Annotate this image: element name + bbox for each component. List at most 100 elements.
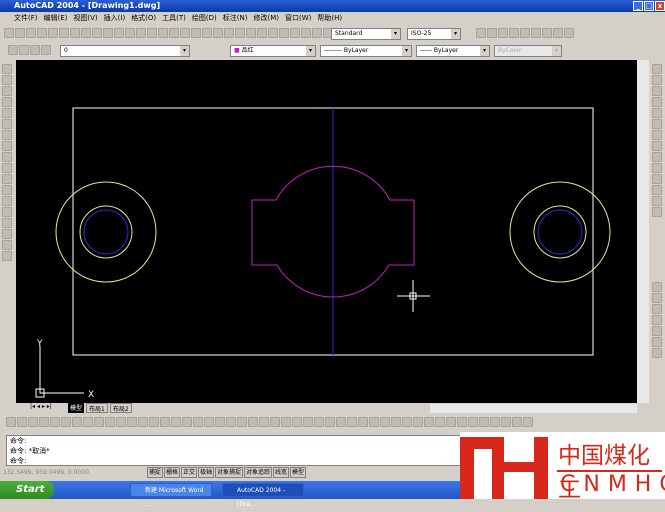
toolbar-button-icon[interactable]: [476, 28, 486, 38]
toolbar-button-icon[interactable]: [652, 130, 662, 140]
drawing-canvas[interactable]: Y X: [16, 60, 637, 403]
toolbar-button-icon[interactable]: [2, 86, 12, 96]
taskbar-word[interactable]: 新建 Microsoft Word ...: [130, 483, 212, 508]
toolbar-button-icon[interactable]: [72, 417, 82, 427]
toolbar-button-icon[interactable]: [2, 119, 12, 129]
toolbar-button-icon[interactable]: [2, 185, 12, 195]
toolbar-button-icon[interactable]: [191, 28, 201, 38]
toolbar-button-icon[interactable]: [2, 97, 12, 107]
menu-item[interactable]: 插入(I): [104, 12, 126, 24]
toolbar-button-icon[interactable]: [652, 207, 662, 217]
start-button[interactable]: Start: [0, 481, 54, 499]
toolbar-button-icon[interactable]: [312, 28, 322, 38]
toolbar-button-icon[interactable]: [50, 417, 60, 427]
toolbar-button-icon[interactable]: [59, 28, 69, 38]
toolbar-button-icon[interactable]: [158, 28, 168, 38]
tab-layout1[interactable]: 布局1: [86, 403, 108, 413]
toolbar-button-icon[interactable]: [180, 28, 190, 38]
toolbar-button-icon[interactable]: [281, 417, 291, 427]
toolbar-button-icon[interactable]: [358, 417, 368, 427]
tab-layout2[interactable]: 布局2: [109, 403, 132, 413]
toolbar-button-icon[interactable]: [391, 417, 401, 427]
toolbar-button-icon[interactable]: [2, 240, 12, 250]
ortho-toggle[interactable]: 正交: [180, 467, 197, 478]
toolbar-button-icon[interactable]: [652, 196, 662, 206]
toolbar-button-icon[interactable]: [487, 28, 497, 38]
toolbar-button-icon[interactable]: [413, 417, 423, 427]
toolbar-button-icon[interactable]: [127, 417, 137, 427]
toolbar-button-icon[interactable]: [501, 417, 511, 427]
toolbar-button-icon[interactable]: [2, 229, 12, 239]
toolbar-button-icon[interactable]: [136, 28, 146, 38]
toolbar-button-icon[interactable]: [520, 28, 530, 38]
toolbar-button-icon[interactable]: [259, 417, 269, 427]
tab-model[interactable]: 模型: [68, 403, 85, 413]
toolbar-button-icon[interactable]: [2, 174, 12, 184]
toolbar-button-icon[interactable]: [509, 28, 519, 38]
toolbar-button-icon[interactable]: [41, 45, 51, 55]
toolbar-button-icon[interactable]: [19, 45, 29, 55]
toolbar-button-icon[interactable]: [2, 163, 12, 173]
toolbar-button-icon[interactable]: [17, 417, 27, 427]
toolbar-button-icon[interactable]: [248, 417, 258, 427]
toolbar-button-icon[interactable]: [542, 28, 552, 38]
toolbar-button-icon[interactable]: [2, 207, 12, 217]
toolbar-button-icon[interactable]: [193, 417, 203, 427]
toolbar-button-icon[interactable]: [149, 417, 159, 427]
toolbar-button-icon[interactable]: [2, 152, 12, 162]
toolbar-button-icon[interactable]: [125, 28, 135, 38]
menu-item[interactable]: 修改(M): [253, 12, 279, 24]
toolbar-button-icon[interactable]: [652, 337, 662, 347]
toolbar-button-icon[interactable]: [160, 417, 170, 427]
toolbar-button-icon[interactable]: [70, 28, 80, 38]
toolbar-button-icon[interactable]: [2, 108, 12, 118]
toolbar-button-icon[interactable]: [246, 28, 256, 38]
toolbar-button-icon[interactable]: [490, 417, 500, 427]
toolbar-button-icon[interactable]: [270, 417, 280, 427]
toolbar-button-icon[interactable]: [290, 28, 300, 38]
close-button[interactable]: x: [655, 1, 665, 11]
color-select[interactable]: ■ 品红 ▾: [230, 45, 316, 57]
toolbar-button-icon[interactable]: [215, 417, 225, 427]
toolbar-button-icon[interactable]: [8, 45, 18, 55]
toolbar-button-icon[interactable]: [292, 417, 302, 427]
menu-item[interactable]: 帮助(H): [317, 12, 342, 24]
toolbar-button-icon[interactable]: [652, 282, 662, 292]
osnap-toggle[interactable]: 对象捕捉: [214, 467, 243, 478]
polar-toggle[interactable]: 极轴: [197, 467, 214, 478]
toolbar-button-icon[interactable]: [2, 75, 12, 85]
toolbar-button-icon[interactable]: [204, 417, 214, 427]
toolbar-button-icon[interactable]: [213, 28, 223, 38]
toolbar-button-icon[interactable]: [202, 28, 212, 38]
toolbar-button-icon[interactable]: [257, 28, 267, 38]
toolbar-button-icon[interactable]: [553, 28, 563, 38]
toolbar-button-icon[interactable]: [652, 141, 662, 151]
toolbar-button-icon[interactable]: [652, 185, 662, 195]
toolbar-button-icon[interactable]: [83, 417, 93, 427]
toolbar-button-icon[interactable]: [652, 348, 662, 358]
lineweight-toggle[interactable]: 线宽: [273, 467, 290, 478]
toolbar-button-icon[interactable]: [402, 417, 412, 427]
toolbar-button-icon[interactable]: [237, 417, 247, 427]
grid-toggle[interactable]: 栅格: [163, 467, 180, 478]
toolbar-button-icon[interactable]: [652, 97, 662, 107]
toolbar-button-icon[interactable]: [652, 293, 662, 303]
toolbar-button-icon[interactable]: [531, 28, 541, 38]
toolbar-button-icon[interactable]: [224, 28, 234, 38]
toolbar-button-icon[interactable]: [424, 417, 434, 427]
toolbar-button-icon[interactable]: [2, 64, 12, 74]
toolbar-button-icon[interactable]: [2, 196, 12, 206]
toolbar-button-icon[interactable]: [652, 86, 662, 96]
vertical-scrollbar[interactable]: [637, 60, 649, 403]
toolbar-button-icon[interactable]: [30, 45, 40, 55]
toolbar-button-icon[interactable]: [652, 315, 662, 325]
toolbar-button-icon[interactable]: [114, 28, 124, 38]
toolbar-button-icon[interactable]: [169, 28, 179, 38]
menu-item[interactable]: 绘图(D): [192, 12, 217, 24]
toolbar-button-icon[interactable]: [15, 28, 25, 38]
toolbar-button-icon[interactable]: [279, 28, 289, 38]
toolbar-button-icon[interactable]: [468, 417, 478, 427]
menu-item[interactable]: 文件(F): [14, 12, 38, 24]
toolbar-button-icon[interactable]: [28, 417, 38, 427]
toolbar-button-icon[interactable]: [226, 417, 236, 427]
